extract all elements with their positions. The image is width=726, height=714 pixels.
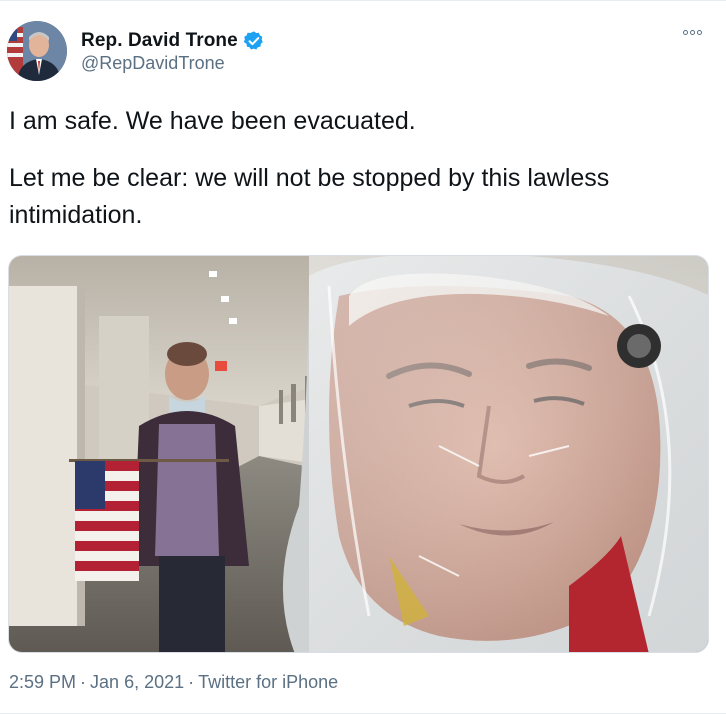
avatar-image — [7, 21, 67, 81]
author-name-row: Rep. David Trone — [81, 30, 265, 52]
tweet-paragraph: Let me be clear: we will not be stopped … — [9, 164, 610, 229]
author-display-name[interactable]: Rep. David Trone — [81, 30, 238, 52]
tweet-paragraph: I am safe. We have been evacuated. — [9, 107, 416, 135]
tweet-source[interactable]: Twitter for iPhone — [198, 672, 338, 692]
meta-separator: · — [188, 672, 195, 692]
author-avatar[interactable] — [7, 21, 67, 81]
meta-separator: · — [80, 672, 87, 692]
tweet-text: I am safe. We have been evacuated. Let m… — [9, 103, 709, 234]
tweet-metadata: 2:59 PM · Jan 6, 2021 · Twitter for iPhone — [9, 672, 338, 693]
tweet-card: Rep. David Trone @RepDavidTrone I am saf… — [0, 0, 726, 714]
photo-illustration — [9, 256, 708, 652]
more-options-icon[interactable] — [683, 30, 702, 35]
tweet-date[interactable]: Jan 6, 2021 — [90, 672, 184, 692]
author-handle[interactable]: @RepDavidTrone — [81, 53, 225, 74]
tweet-time[interactable]: 2:59 PM — [9, 672, 76, 692]
tweet-photo[interactable] — [8, 255, 709, 653]
verified-badge-icon — [243, 30, 265, 52]
